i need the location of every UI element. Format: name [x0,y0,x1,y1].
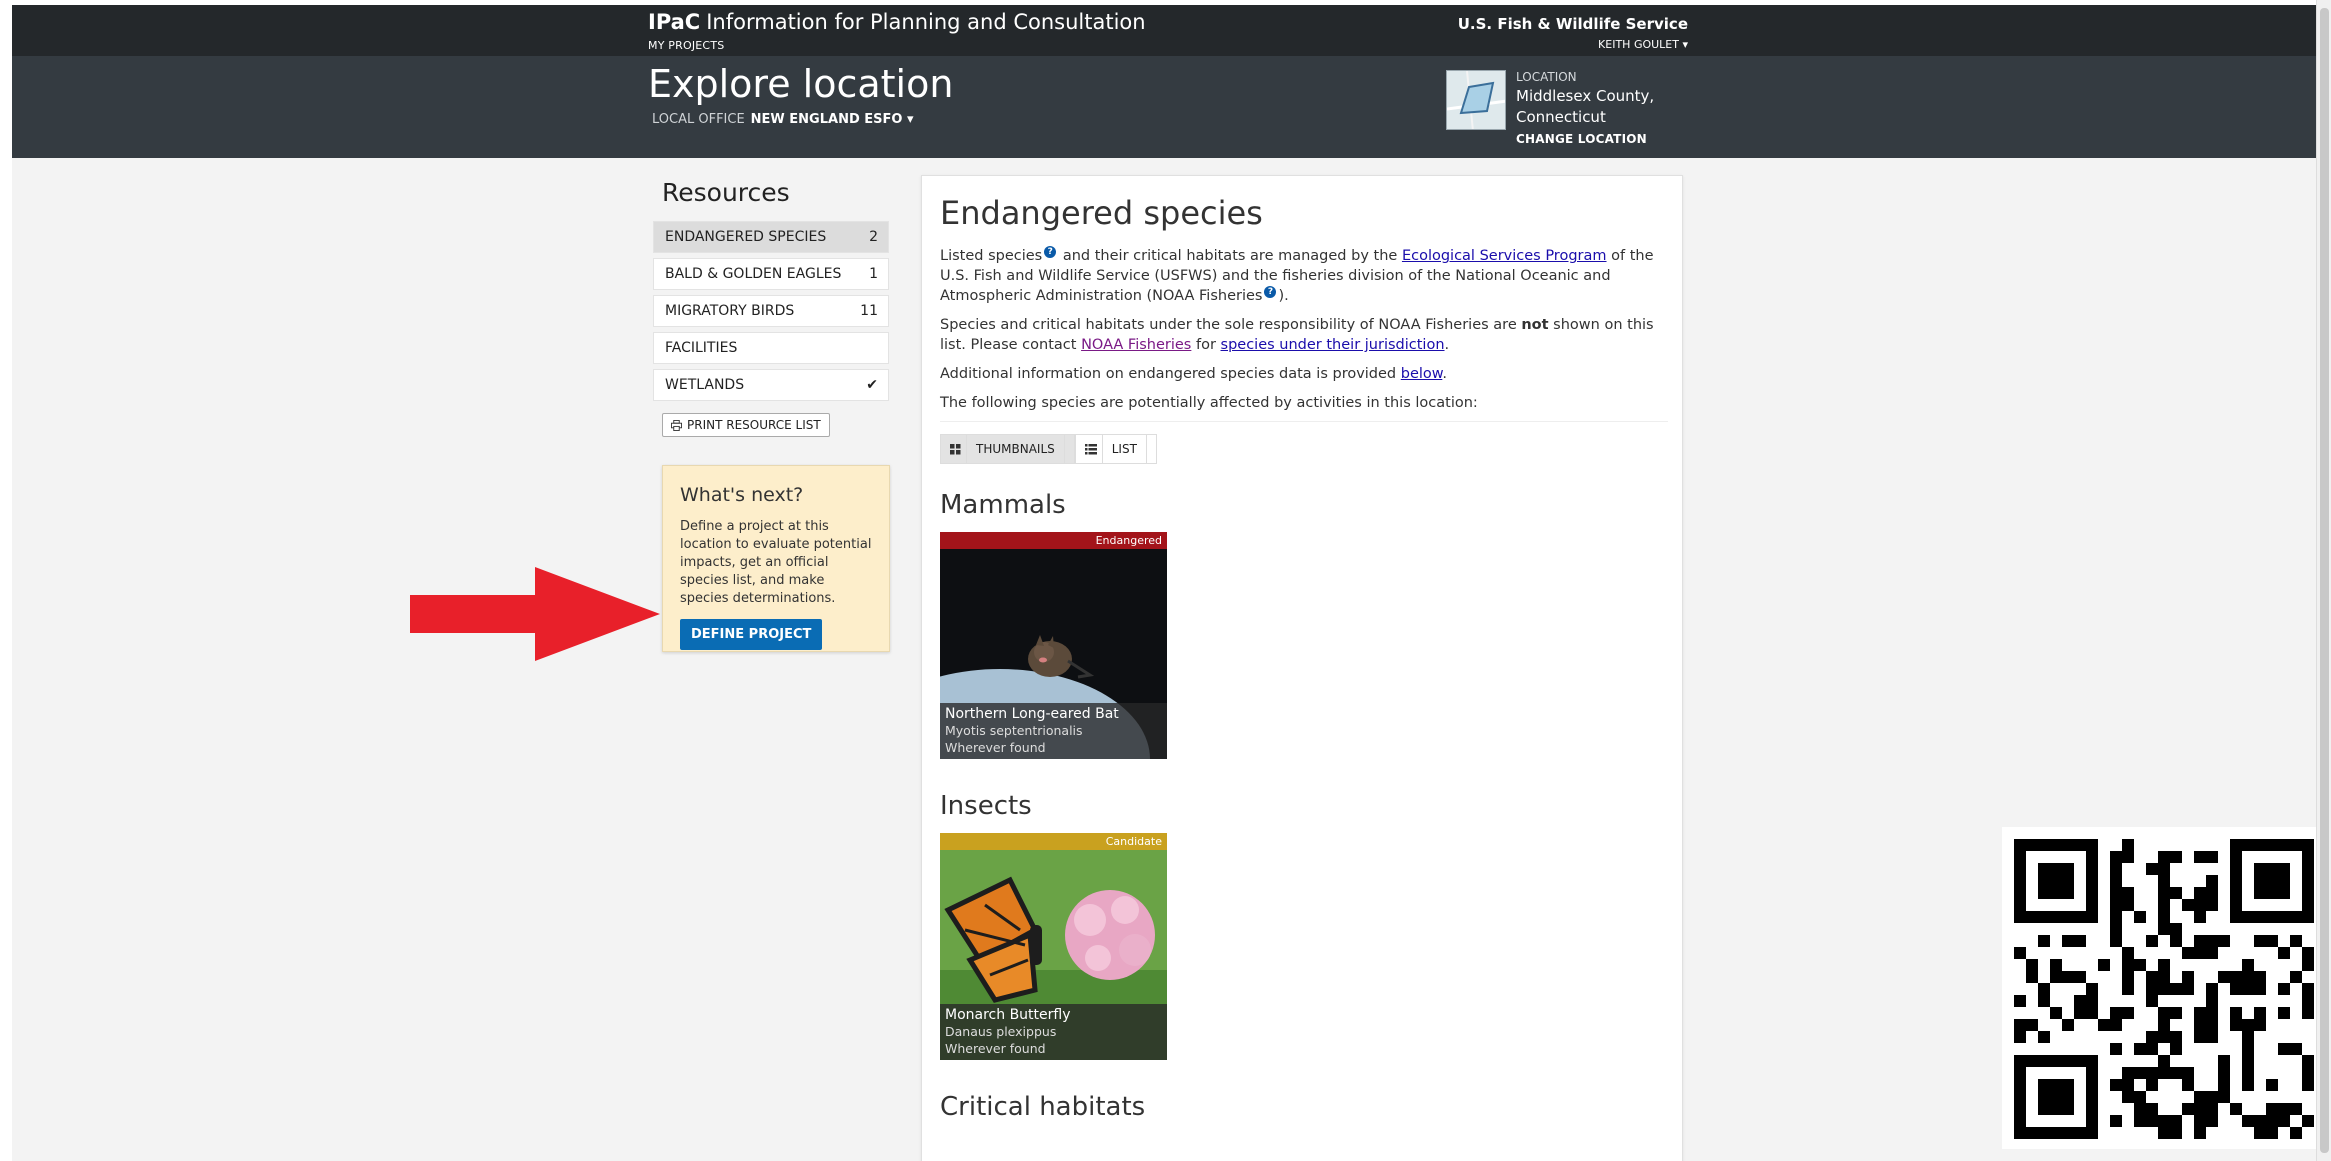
divider [940,421,1668,422]
location-line-2: Connecticut [1516,108,1606,126]
species-scientific-name: Myotis septentrionalis [945,723,1083,738]
main-content-panel: Endangered species Listed species? and t… [921,175,1683,1161]
whats-next-title: What's next? [680,484,804,506]
sidebar-item-label: MIGRATORY BIRDS [665,303,795,319]
whats-next-text: Define a project at this location to eva… [680,519,872,606]
species-range: Wherever found [945,740,1046,755]
sidebar-item-migratory-birds[interactable]: MIGRATORY BIRDS 11 [653,295,889,327]
sidebar-item-wetlands[interactable]: WETLANDS ✔ [653,369,889,401]
print-label: PRINT RESOURCE LIST [687,418,821,432]
species-jurisdiction-link[interactable]: species under their jurisdiction [1221,337,1445,353]
my-projects-link[interactable]: MY PROJECTS [648,39,724,52]
location-info: LOCATION Middlesex County, Connecticut C… [1516,70,1716,146]
grid-icon [950,443,961,454]
map-icon [1447,71,1505,129]
critical-habitats-title: Critical habitats [940,1092,1146,1122]
species-caption: Monarch Butterfly Danaus plexippus Where… [940,1004,1167,1060]
sidebar-item-facilities[interactable]: FACILITIES [653,332,889,364]
below-link[interactable]: below [1401,366,1443,382]
whats-next-box: What's next? Define a project at this lo… [662,465,890,652]
species-name: Monarch Butterfly [945,1007,1071,1023]
app-brand[interactable]: IPaC Information for Planning and Consult… [648,10,1146,34]
section-title: Endangered species [940,194,1263,232]
thumbnails-view-button[interactable]: THUMBNAILS [940,434,1075,464]
sidebar-item-label: WETLANDS [665,377,745,393]
local-office-dropdown[interactable]: NEW ENGLAND ESFO ▾ [751,112,914,127]
noaa-paragraph: Species and critical habitats under the … [940,317,1654,353]
additional-info-paragraph: Additional information on endangered spe… [940,366,1447,382]
page-scrollbar[interactable] [2316,0,2331,1161]
location-line-1: Middlesex County, [1516,87,1655,105]
species-range: Wherever found [945,1041,1046,1056]
noaa-fisheries-link[interactable]: NOAA Fisheries [1081,337,1191,353]
species-name: Northern Long-eared Bat [945,706,1119,722]
view-toggle: THUMBNAILS LIST [940,434,1668,464]
brand-bold: IPaC [648,10,701,34]
sidebar-item-label: ENDANGERED SPECIES [665,229,827,245]
thumbnails-label: THUMBNAILS [966,434,1065,464]
sidebar-item-count: 1 [869,266,878,282]
red-arrow-annotation [410,567,660,661]
define-project-button[interactable]: DEFINE PROJECT [680,619,823,650]
agency-name[interactable]: U.S. Fish & Wildlife Service [1458,15,1688,33]
status-badge: Candidate [940,833,1167,850]
scrollbar-thumb[interactable] [2320,8,2329,1153]
printer-icon [671,419,682,431]
group-title-mammals: Mammals [940,490,1066,520]
qr-code-icon [2014,839,2314,1139]
print-resource-list-button[interactable]: PRINT RESOURCE LIST [662,413,830,437]
help-icon[interactable]: ? [1044,246,1057,259]
ecological-services-link[interactable]: Ecological Services Program [1402,248,1607,264]
check-icon: ✔ [866,377,878,393]
help-icon[interactable]: ? [1264,286,1277,299]
local-office: LOCAL OFFICE NEW ENGLAND ESFO ▾ [652,112,914,127]
affected-species-paragraph: The following species are potentially af… [940,395,1478,411]
qr-code [2002,827,2316,1149]
list-view-button[interactable]: LIST [1074,434,1157,464]
location-map-thumbnail[interactable] [1446,70,1506,130]
sidebar-item-eagles[interactable]: BALD & GOLDEN EAGLES 1 [653,258,889,290]
sidebar-item-count: 11 [860,303,878,319]
list-icon [1084,443,1097,454]
sidebar-item-count: 2 [869,229,878,245]
user-menu[interactable]: KEITH GOULET ▾ [1598,38,1688,51]
sidebar-item-endangered-species[interactable]: ENDANGERED SPECIES 2 [653,221,889,253]
local-office-label: LOCAL OFFICE [652,112,745,127]
group-title-insects: Insects [940,791,1032,821]
page-frame: IPaC Information for Planning and Consult… [12,5,2316,1161]
list-label: LIST [1101,434,1147,464]
sidebar-item-label: BALD & GOLDEN EAGLES [665,266,842,282]
species-card-bat[interactable]: Endangered Northern Long-eared Bat Myoti… [940,532,1167,759]
species-card-butterfly[interactable]: Candidate Monarch Butterfly Danaus plexi… [940,833,1167,1060]
resources-nav: ENDANGERED SPECIES 2 BALD & GOLDEN EAGLES… [653,221,889,406]
top-navbar: IPaC Information for Planning and Consult… [12,5,2316,56]
species-scientific-name: Danaus plexippus [945,1024,1057,1039]
species-caption: Northern Long-eared Bat Myotis septentri… [940,703,1167,759]
intro-paragraph: Listed species? and their critical habit… [940,246,1654,304]
status-badge: Endangered [940,532,1167,549]
brand-title: Information for Planning and Consultatio… [706,10,1146,34]
location-header: Explore location LOCAL OFFICE NEW ENGLAND… [12,56,2316,158]
location-label: LOCATION [1516,70,1577,84]
sidebar-item-label: FACILITIES [665,340,738,356]
page-title: Explore location [648,62,954,106]
resources-title: Resources [662,178,790,207]
change-location-link[interactable]: CHANGE LOCATION [1516,132,1716,146]
